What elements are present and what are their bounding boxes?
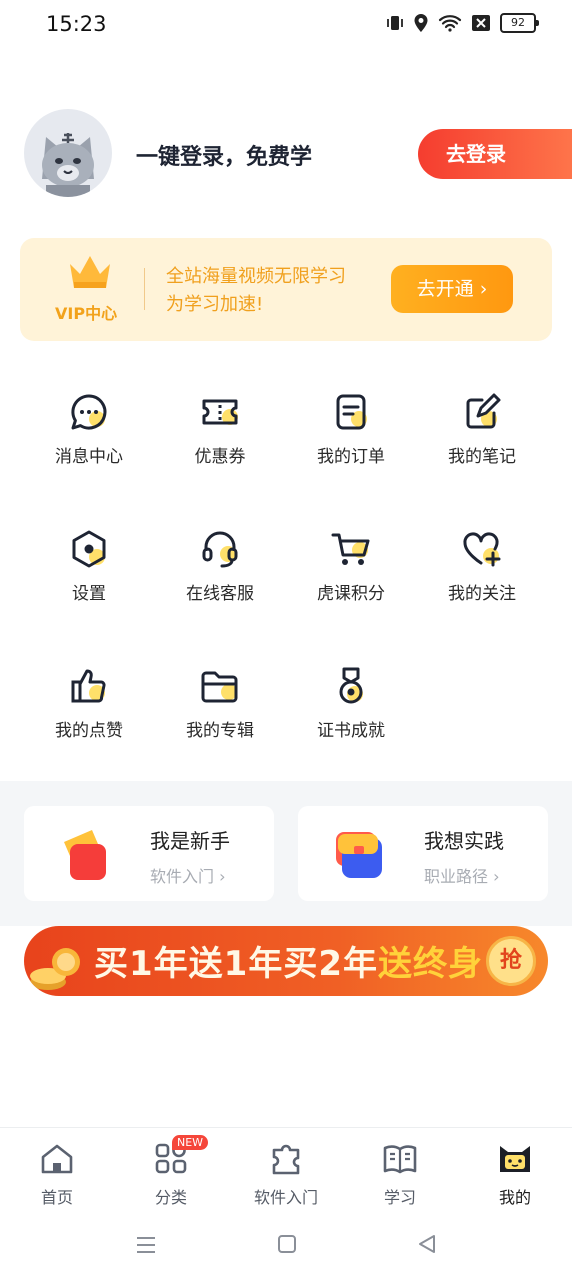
beginner-icon <box>64 830 106 880</box>
nav-label: 首页 <box>40 1188 73 1207</box>
menu-label: 在线客服 <box>186 584 254 604</box>
vip-open-button[interactable]: 去开通 › <box>391 265 513 313</box>
order-icon <box>336 394 367 430</box>
menu-item-settings[interactable]: 设置 <box>24 529 154 604</box>
avatar[interactable] <box>24 109 112 197</box>
home-square-icon[interactable] <box>277 1234 297 1254</box>
cart-icon <box>331 533 370 565</box>
bottom-nav: 首页 NEW 分类 软件入门 学习 我的 <box>0 1127 572 1213</box>
promo-text-main: 买1年送1年买2年 <box>94 944 378 984</box>
vibrate-icon <box>387 16 403 30</box>
nav-study[interactable]: 学习 <box>345 1142 455 1208</box>
menu-label: 优惠券 <box>194 447 246 467</box>
message-icon <box>71 394 107 430</box>
menu-item-certificates[interactable]: 证书成就 <box>286 666 416 741</box>
coupon-icon <box>202 399 238 425</box>
login-button[interactable]: 去登录 <box>418 129 572 179</box>
vip-description: 全站海量视频无限学习 为学习加速! <box>166 266 346 315</box>
menu-label: 我的专辑 <box>186 721 254 741</box>
folder-icon <box>201 671 238 703</box>
menu-label: 我的点赞 <box>55 721 123 741</box>
system-nav-bar <box>0 1212 572 1280</box>
card-title: 我是新手 <box>150 829 230 853</box>
menu-item-coupon[interactable]: 优惠券 <box>155 392 285 467</box>
nav-label: 学习 <box>383 1188 416 1207</box>
vip-card[interactable]: VIP中心 全站海量视频无限学习 为学习加速! 去开通 › <box>20 238 552 341</box>
menu-label: 我的关注 <box>448 584 516 604</box>
menu-label: 虎课积分 <box>317 584 385 604</box>
menu-item-likes[interactable]: 我的点赞 <box>24 666 154 741</box>
card-beginner[interactable]: 我是新手 软件入门 › <box>24 806 274 901</box>
menu-item-albums[interactable]: 我的专辑 <box>155 666 285 741</box>
thumbs-up-icon <box>71 669 106 703</box>
menu-label: 证书成就 <box>317 721 385 741</box>
nav-category[interactable]: NEW 分类 <box>116 1135 226 1208</box>
note-icon <box>466 393 501 429</box>
status-time: 15:23 <box>46 12 107 36</box>
medal-icon <box>339 667 363 704</box>
location-icon <box>414 14 428 32</box>
status-bar: 15:23 92 <box>0 0 572 52</box>
briefcase-icon <box>336 832 382 878</box>
book-icon <box>383 1145 417 1174</box>
menu-item-following[interactable]: 我的关注 <box>417 529 547 604</box>
promo-banner[interactable]: 买1年送1年买2年送终身 抢 <box>24 926 548 996</box>
menu-label: 我的订单 <box>317 447 385 467</box>
grab-button[interactable]: 抢 <box>486 936 536 986</box>
promo-text-highlight: 送终身 <box>377 944 483 984</box>
menu-label: 设置 <box>72 584 106 604</box>
home-icon <box>41 1144 73 1174</box>
nav-mine[interactable]: 我的 <box>460 1142 570 1208</box>
nav-label: 软件入门 <box>253 1188 318 1207</box>
back-icon[interactable] <box>416 1234 438 1254</box>
heart-plus-icon <box>463 532 501 567</box>
vip-label: VIP中心 <box>55 304 118 323</box>
divider <box>144 268 145 310</box>
cat-icon <box>500 1146 530 1172</box>
menu-label: 我的笔记 <box>448 447 516 467</box>
menu-item-customer-service[interactable]: 在线客服 <box>155 529 285 604</box>
nav-home[interactable]: 首页 <box>2 1142 112 1208</box>
coins-icon <box>30 948 80 990</box>
menu-item-message[interactable]: 消息中心 <box>24 392 154 467</box>
menu-label: 消息中心 <box>55 447 123 467</box>
sim-blocked-icon <box>472 15 490 31</box>
battery-icon: 92 <box>500 13 539 33</box>
menu-item-orders[interactable]: 我的订单 <box>286 392 416 467</box>
nav-software-intro[interactable]: 软件入门 <box>231 1142 341 1208</box>
puzzle-icon <box>272 1144 300 1175</box>
menu-item-points[interactable]: 虎课积分 <box>286 529 416 604</box>
crown-icon <box>70 256 110 288</box>
settings-icon <box>72 530 106 568</box>
card-title: 我想实践 <box>424 829 504 853</box>
wifi-icon <box>438 15 462 32</box>
login-prompt: 一键登录，免费学 <box>136 145 313 170</box>
menu-item-notes[interactable]: 我的笔记 <box>417 392 547 467</box>
card-subtitle: 职业路径 › <box>424 867 500 886</box>
nav-label: 分类 <box>154 1188 187 1207</box>
card-practice[interactable]: 我想实践 职业路径 › <box>298 806 548 901</box>
promo-text: 买1年送1年买2年送终身 <box>94 936 483 985</box>
headset-icon <box>202 531 238 568</box>
cat-avatar-icon <box>42 133 94 197</box>
new-badge: NEW <box>172 1135 209 1150</box>
menu-icon[interactable] <box>135 1235 157 1255</box>
nav-label: 我的 <box>498 1188 531 1207</box>
card-subtitle: 软件入门 › <box>150 867 226 886</box>
